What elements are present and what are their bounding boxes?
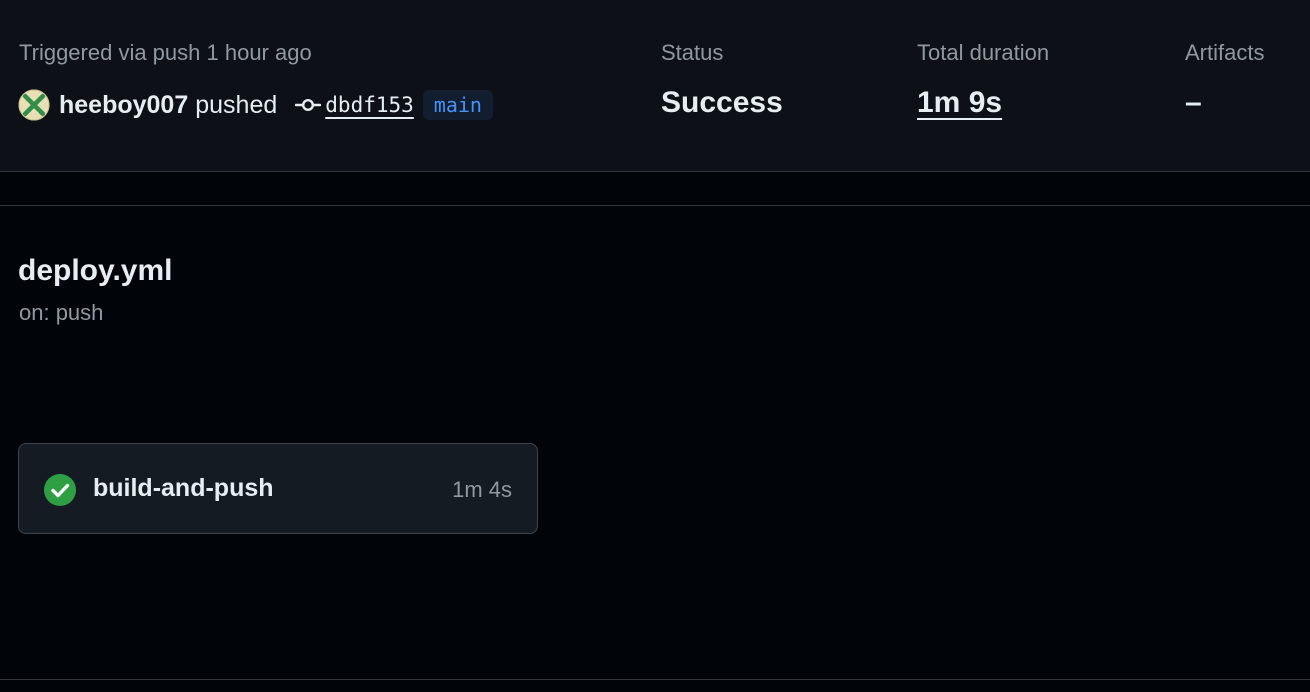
- status-value: Success: [661, 86, 783, 119]
- trigger-label: Triggered via push 1 hour ago: [19, 40, 312, 65]
- artifacts-label: Artifacts: [1185, 40, 1265, 65]
- workflow-name: deploy.yml: [18, 254, 173, 287]
- run-summary: Triggered via push 1 hour ago heeboy007 …: [0, 0, 1310, 172]
- duration-stat: Total duration 1m 9s: [917, 40, 1049, 120]
- actor-username[interactable]: heeboy007: [59, 91, 188, 120]
- check-circle-fill-icon: [44, 474, 76, 506]
- action-text: pushed: [195, 90, 278, 119]
- workflow-graph: deploy.yml on: push build-and-push 1m 4s: [0, 206, 1310, 680]
- branch-label[interactable]: main: [422, 90, 493, 120]
- commit-sha-link[interactable]: dbdf153: [325, 93, 414, 117]
- avatar[interactable]: [18, 89, 50, 121]
- job-card-build-and-push[interactable]: build-and-push 1m 4s: [18, 443, 538, 534]
- artifacts-stat: Artifacts –: [1185, 40, 1264, 120]
- job-duration: 1m 4s: [452, 477, 512, 502]
- divider-band: [0, 172, 1310, 206]
- duration-label: Total duration: [917, 40, 1050, 65]
- status-label: Status: [661, 40, 724, 65]
- status-stat: Status Success: [661, 40, 783, 120]
- trigger-details: heeboy007 pushed dbdf153 main: [18, 88, 493, 122]
- git-commit-icon: [295, 98, 322, 112]
- artifacts-value: –: [1185, 86, 1202, 119]
- duration-value-link[interactable]: 1m 9s: [917, 86, 1002, 120]
- workflow-trigger: on: push: [19, 300, 104, 325]
- job-name: build-and-push: [93, 474, 274, 502]
